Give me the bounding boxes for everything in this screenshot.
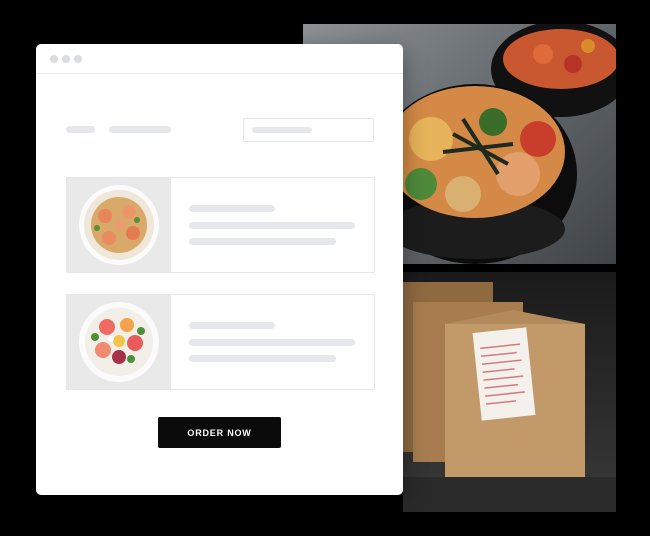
item-description-placeholder bbox=[189, 355, 336, 362]
window-control-dot[interactable] bbox=[50, 55, 58, 63]
item-description-placeholder bbox=[189, 238, 336, 245]
search-placeholder-bar bbox=[252, 127, 312, 133]
nav-link-placeholder[interactable] bbox=[109, 126, 171, 133]
menu-item-image bbox=[67, 295, 171, 389]
item-title-placeholder bbox=[189, 322, 275, 329]
menu-item-image bbox=[67, 178, 171, 272]
shrimp-pasta-bowl-image bbox=[79, 185, 159, 265]
takeout-bags-photo bbox=[403, 272, 616, 512]
order-now-button[interactable]: ORDER NOW bbox=[158, 417, 281, 448]
item-title-placeholder bbox=[189, 205, 275, 212]
window-control-dot[interactable] bbox=[62, 55, 70, 63]
browser-window: ORDER NOW bbox=[36, 44, 403, 495]
window-titlebar bbox=[36, 44, 403, 74]
nav-link-placeholder[interactable] bbox=[66, 126, 95, 133]
menu-item-card[interactable] bbox=[66, 294, 375, 390]
menu-item-card[interactable] bbox=[66, 177, 375, 273]
fruit-salad-bowl-image bbox=[79, 302, 159, 382]
window-control-dot[interactable] bbox=[74, 55, 82, 63]
takeout-bags-illustration bbox=[403, 282, 616, 512]
search-input[interactable] bbox=[243, 118, 374, 142]
item-description-placeholder bbox=[189, 339, 355, 346]
item-description-placeholder bbox=[189, 222, 355, 229]
